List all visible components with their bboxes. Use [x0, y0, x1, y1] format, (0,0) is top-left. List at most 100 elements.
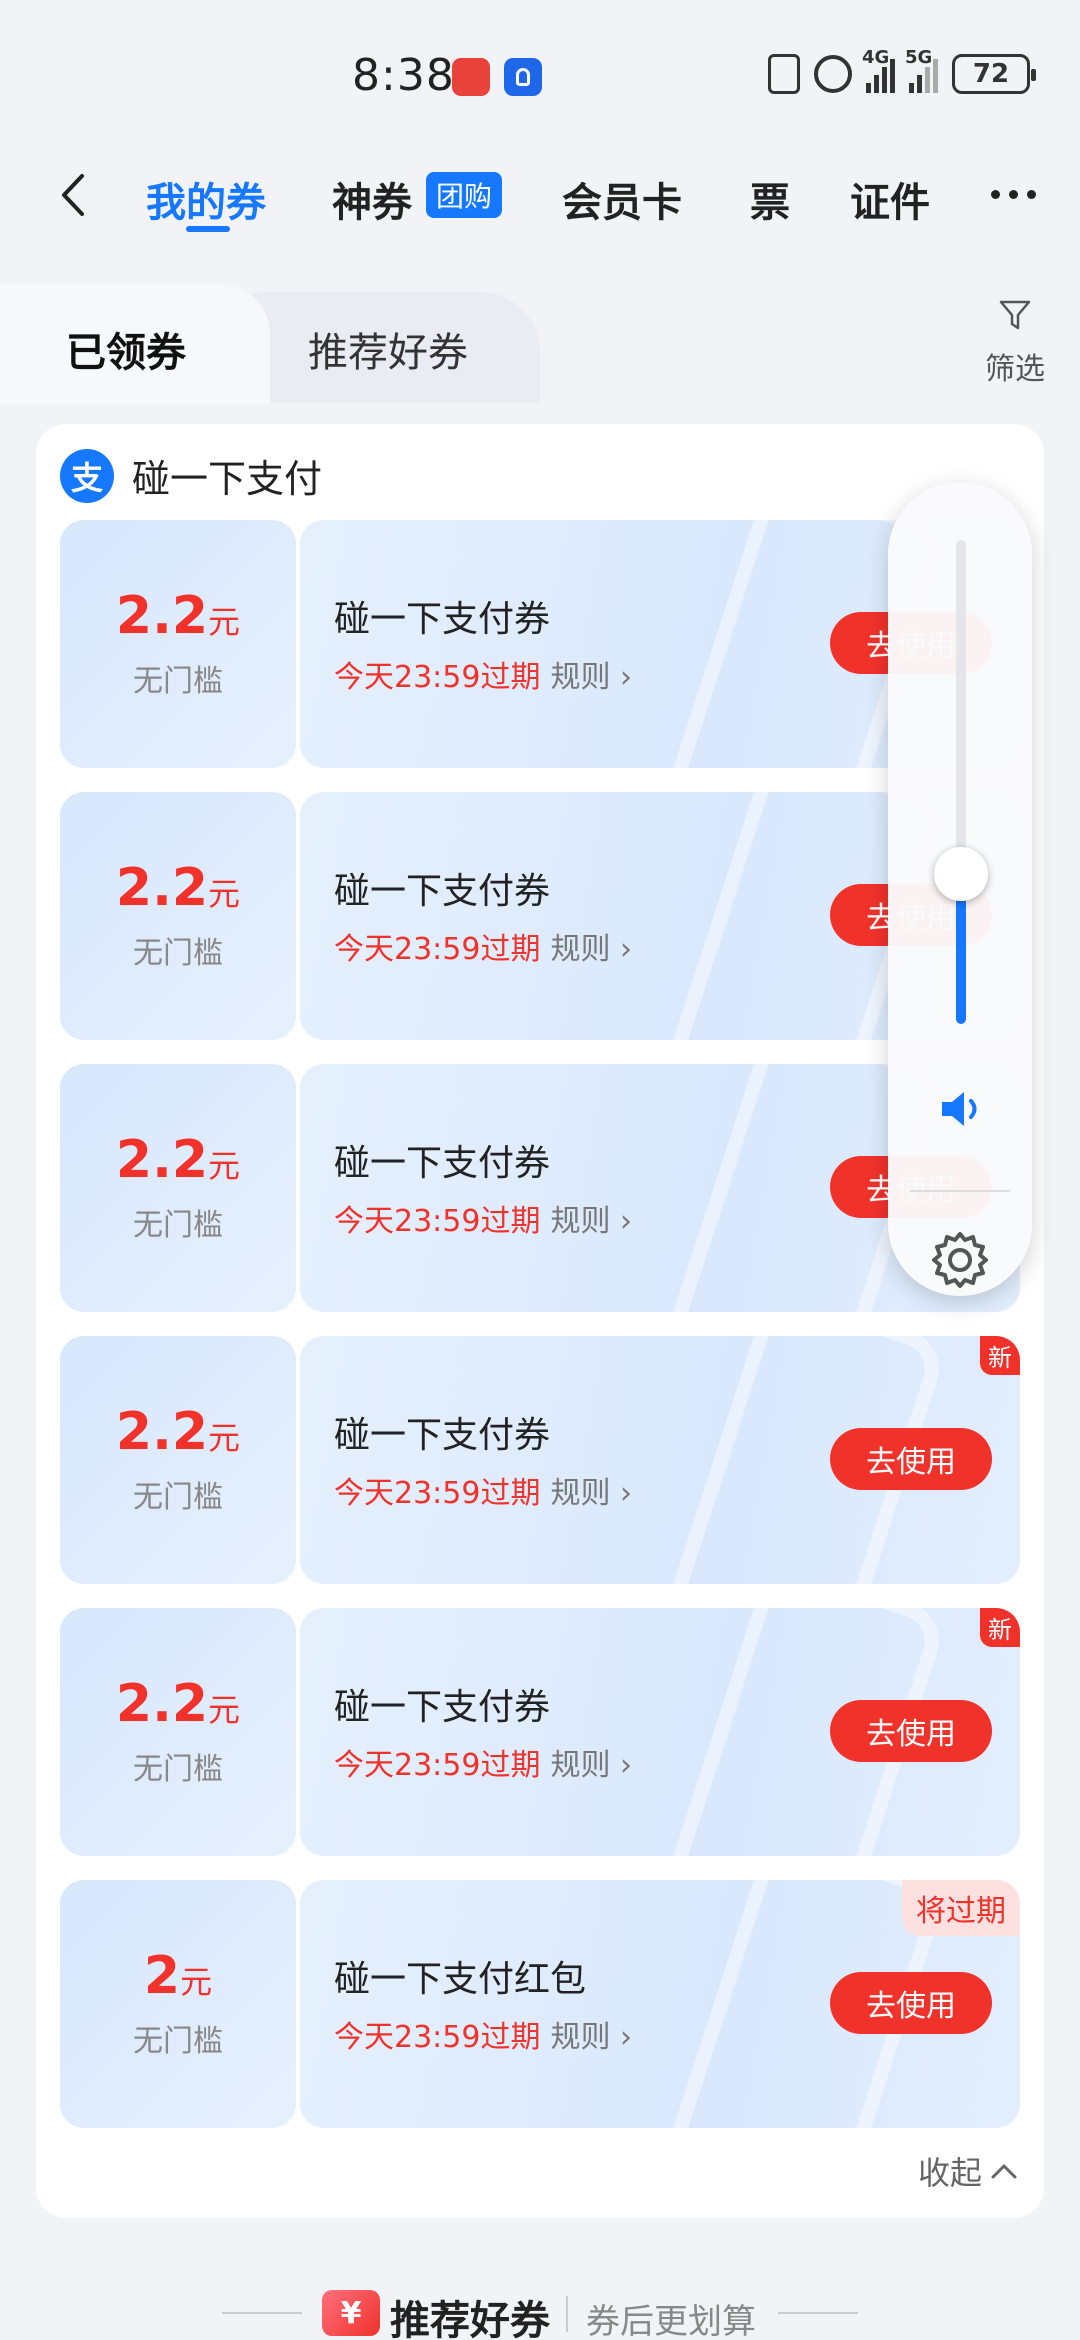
yuan-coupon-icon: ¥ [322, 2290, 380, 2336]
coupon-rules-label: 规则 [550, 1748, 611, 1783]
back-arrow-icon[interactable] [52, 172, 98, 218]
use-coupon-button[interactable]: 去使用 [830, 1700, 992, 1762]
tab-member-card[interactable]: 会员卡 [562, 170, 682, 228]
coupon-amount-value: 2.2 [115, 1674, 209, 1734]
coupon-threshold: 无门槛 [133, 1208, 223, 1243]
coupon-rules-link[interactable]: 规则 › [550, 932, 632, 967]
chevron-right-icon: › [610, 660, 633, 695]
coupon-expiry: 今天23:59过期 [334, 2020, 541, 2055]
coupon-meta: 今天23:59过期 规则 › [334, 1196, 632, 1240]
active-tab-indicator [186, 226, 230, 232]
collapse-button[interactable]: 收起 [918, 2148, 1018, 2194]
group-buy-badge: 团购 [426, 172, 503, 218]
tab-my-coupons[interactable]: 我的券 [146, 170, 266, 228]
volume-divider [910, 1190, 1010, 1192]
coupon-threshold: 无门槛 [133, 1480, 223, 1515]
coupon-rules-link[interactable]: 规则 › [550, 1748, 632, 1783]
status-time: 8:38 [352, 50, 455, 101]
coupon-item[interactable]: 2.2元无门槛碰一下支付券今天23:59过期规则 ›去使用 [60, 520, 1020, 768]
merchant-name: 碰一下支付 [132, 457, 323, 501]
coupon-rules-link[interactable]: 规则 › [550, 1204, 632, 1239]
nfc-icon [768, 54, 800, 94]
coupon-title: 碰一下支付券 [334, 1415, 551, 1456]
recommend-subtitle: 券后更划算 [586, 2302, 756, 2340]
tab-documents[interactable]: 证件 [850, 170, 930, 228]
coupon-amount: 2.2元 [60, 1674, 296, 1734]
coupon-amount: 2.2元 [60, 858, 296, 918]
filter-icon [999, 300, 1031, 330]
expiring-soon-badge: 将过期 [902, 1880, 1020, 1936]
coupon-amount: 2元 [60, 1946, 296, 2006]
coupon-expiry: 今天23:59过期 [334, 1748, 541, 1783]
tab-tickets[interactable]: 票 [750, 170, 790, 228]
volume-slider-track[interactable] [956, 540, 966, 1024]
separator [566, 2296, 568, 2332]
filter-button[interactable]: 筛选 [980, 298, 1050, 388]
signal-5g-icon: 5G [905, 47, 938, 93]
alarm-icon [814, 55, 852, 93]
chevron-right-icon: › [610, 1748, 633, 1783]
tab-claimed-coupons[interactable]: 已领券 [66, 320, 186, 378]
new-badge: 新 [980, 1336, 1020, 1375]
coupon-expiry: 今天23:59过期 [334, 660, 541, 695]
coupon-detail-panel: 碰一下支付红包今天23:59过期 规则 › 去使用 将过期 [300, 1880, 1020, 2128]
recommend-section-header: ¥ 推荐好券 券后更划算 [0, 2280, 1080, 2340]
coupon-threshold: 无门槛 [133, 1752, 223, 1787]
coupon-amount: 2.2元 [60, 1402, 296, 1462]
chevron-right-icon: › [610, 1476, 633, 1511]
volume-panel [888, 482, 1032, 1296]
coupon-expiry: 今天23:59过期 [334, 1476, 541, 1511]
top-nav: 我的券 神券 团购 会员卡 票 证件 [0, 150, 1080, 280]
chevron-right-icon: › [610, 1204, 633, 1239]
new-badge: 新 [980, 1608, 1020, 1647]
filter-label: 筛选 [985, 352, 1045, 387]
coupon-item[interactable]: 2.2元 无门槛 碰一下支付券 今天23:59过期 规则 › 去使用新 [60, 1608, 1020, 1856]
coupon-amount-unit: 元 [208, 875, 241, 913]
recommend-title: 推荐好券 [390, 2298, 550, 2340]
coupon-amount-unit: 元 [180, 1963, 213, 2001]
coupon-item[interactable]: 2元无门槛 碰一下支付红包今天23:59过期 规则 › 去使用 将过期 [60, 1880, 1020, 2128]
tab-super-coupons[interactable]: 神券 [332, 170, 412, 228]
coupon-title: 碰一下支付券 [334, 871, 551, 912]
coupon-title: 碰一下支付红包 [334, 1959, 587, 2000]
coupon-meta: 今天23:59过期 规则 › [334, 2012, 632, 2056]
coupon-rules-link[interactable]: 规则 › [550, 1476, 632, 1511]
coupon-rules-label: 规则 [550, 660, 611, 695]
coupon-threshold: 无门槛 [133, 2024, 223, 2059]
coupon-amount: 2.2元 [60, 1130, 296, 1190]
use-coupon-button[interactable]: 去使用 [830, 1428, 992, 1490]
coupon-item[interactable]: 2.2元无门槛碰一下支付券今天23:59过期规则 ›去使用 [60, 1064, 1020, 1312]
coupon-amount: 2.2元 [60, 586, 296, 646]
divider-line [778, 2312, 858, 2314]
coupon-amount-value: 2 [143, 1946, 181, 2006]
more-icon[interactable] [991, 190, 1036, 199]
coupon-detail-panel: 碰一下支付券 今天23:59过期 规则 › 去使用 新 [300, 1608, 1020, 1856]
coupon-rules-link[interactable]: 规则 › [550, 2020, 632, 2055]
coupon-item[interactable]: 2.2元无门槛碰一下支付券今天23:59过期规则 ›去使用 [60, 792, 1020, 1040]
coupon-amount-unit: 元 [208, 603, 241, 641]
gear-icon[interactable] [928, 1228, 992, 1292]
battery-icon: 72 [952, 54, 1036, 94]
lightbulb-icon [504, 58, 542, 96]
coupon-meta: 今天23:59过期 规则 › [334, 652, 632, 696]
tab-recommended-coupons[interactable]: 推荐好券 [308, 320, 468, 378]
use-coupon-button[interactable]: 去使用 [830, 1972, 992, 2034]
coupon-rules-link[interactable]: 规则 › [550, 660, 632, 695]
coupon-rules-label: 规则 [550, 932, 611, 967]
collapse-label: 收起 [917, 2154, 982, 2192]
coupon-item[interactable]: 2.2元无门槛 碰一下支付券今天23:59过期 规则 › 去使用 新 [60, 1336, 1020, 1584]
coupon-expiry: 今天23:59过期 [334, 1204, 541, 1239]
coupon-amount-value: 2.2 [115, 1402, 209, 1462]
coupon-amount-panel: 2.2元 无门槛 [60, 792, 296, 1040]
coupon-detail-panel: 碰一下支付券今天23:59过期 规则 › 去使用 新 [300, 1336, 1020, 1584]
chevron-up-icon [991, 2164, 1017, 2179]
chevron-right-icon: › [610, 932, 633, 967]
speaker-icon[interactable] [934, 1082, 988, 1136]
coupon-rules-label: 规则 [550, 2020, 611, 2055]
sub-tabs: 已领券 推荐好券 筛选 [0, 284, 1080, 404]
coupon-amount-unit: 元 [208, 1419, 241, 1457]
volume-slider-knob[interactable] [934, 846, 988, 901]
coupon-amount-panel: 2.2元 无门槛 [60, 520, 296, 768]
status-bar: 8:38 4G 5G 72 [0, 0, 1080, 150]
coupon-amount-panel: 2.2元无门槛 [60, 1608, 296, 1856]
